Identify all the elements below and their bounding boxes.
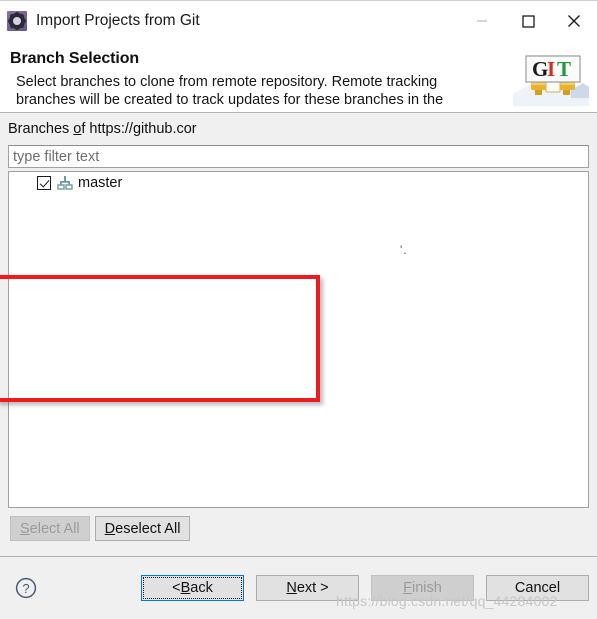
page-title: Branch Selection xyxy=(10,50,140,67)
svg-text:I: I xyxy=(547,57,555,81)
back-button-label: ack xyxy=(190,580,213,596)
finish-button[interactable]: Finish xyxy=(371,575,474,601)
branch-name-label: master xyxy=(78,175,123,191)
footer-button-group: < Back Next > Finish Cancel xyxy=(141,575,589,601)
git-logo-icon: G I T xyxy=(513,50,589,106)
back-button[interactable]: < Back xyxy=(141,575,244,601)
redaction-blob xyxy=(214,241,466,263)
minimize-icon[interactable] xyxy=(459,1,505,41)
window-title: Import Projects from Git xyxy=(36,12,200,29)
next-button[interactable]: Next > xyxy=(256,575,359,601)
finish-button-mnemonic: F xyxy=(403,580,413,596)
next-button-label: ext > xyxy=(296,580,329,596)
next-button-mnemonic: N xyxy=(286,580,297,596)
branch-tree-list[interactable]: master xyxy=(8,171,589,508)
wizard-header: Branch Selection Select branches to clon… xyxy=(0,41,597,113)
import-projects-from-git-dialog: Import Projects from Git Branch Selectio… xyxy=(0,0,597,619)
redaction-residual-text: '. xyxy=(400,243,408,257)
maximize-icon[interactable] xyxy=(505,1,551,41)
branch-checkbox[interactable] xyxy=(37,176,51,190)
list-item[interactable]: master xyxy=(9,172,588,194)
deselect-all-button[interactable]: Deselect All xyxy=(94,516,191,541)
back-button-mnemonic: B xyxy=(180,580,191,596)
select-all-label: elect All xyxy=(29,520,80,537)
finish-button-label: inish xyxy=(412,580,442,596)
search-input[interactable]: type filter text xyxy=(8,145,589,168)
branches-of-label: Branches of https://github.cor xyxy=(8,121,597,141)
svg-text:?: ? xyxy=(22,581,29,596)
back-button-prefix: < xyxy=(172,580,181,596)
window-controls xyxy=(459,1,597,41)
git-branch-icon xyxy=(57,176,73,190)
select-all-button[interactable]: Select All xyxy=(10,516,90,541)
branches-label-suffix: f https://github.cor xyxy=(81,121,197,137)
page-description: Select branches to clone from remote rep… xyxy=(16,74,444,108)
cancel-button[interactable]: Cancel xyxy=(486,575,589,601)
eclipse-gear-icon xyxy=(7,11,27,31)
svg-text:T: T xyxy=(557,57,571,81)
deselect-all-mnemonic: D xyxy=(104,520,116,537)
select-all-mnemonic: S xyxy=(20,520,30,537)
svg-text:G: G xyxy=(532,57,548,81)
deselect-all-label: eselect All xyxy=(115,520,181,537)
close-icon[interactable] xyxy=(551,1,597,41)
help-question-icon[interactable]: ? xyxy=(15,577,37,599)
branches-label-prefix: Branches xyxy=(8,121,74,137)
cancel-button-label: Cancel xyxy=(514,580,561,596)
title-bar: Import Projects from Git xyxy=(0,1,597,41)
selection-button-bar: Select All Deselect All xyxy=(0,508,597,556)
wizard-body: Branches of https://github.cor '. type f… xyxy=(0,113,597,556)
search-input-placeholder: type filter text xyxy=(13,148,100,165)
wizard-footer: ? < Back Next > Finish Cancel https://bl… xyxy=(0,557,597,619)
